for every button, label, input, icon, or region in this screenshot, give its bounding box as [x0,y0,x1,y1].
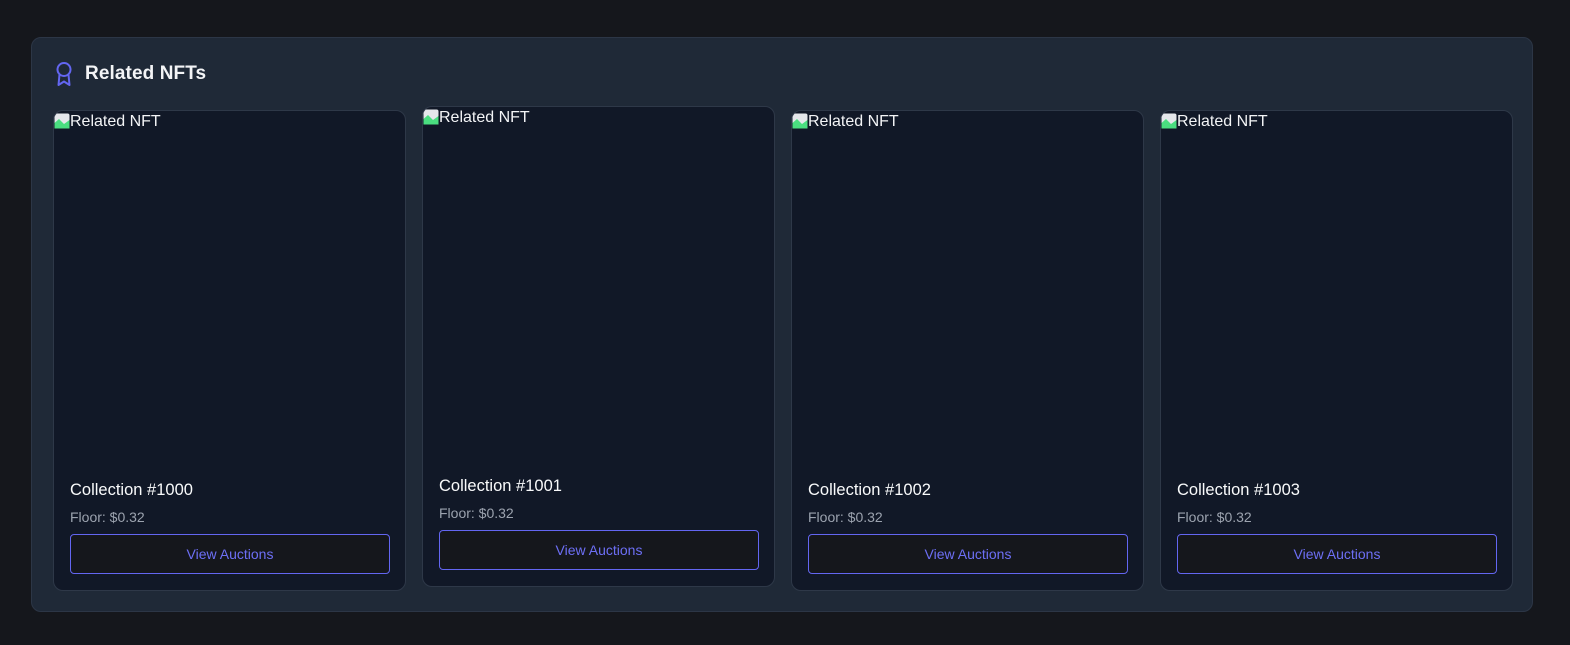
award-ribbon-icon [53,61,75,87]
nft-collection-name: Collection #1000 [70,481,193,499]
nft-floor-price: Floor: $0.32 [808,509,883,525]
broken-image-placeholder: Related NFT [792,111,899,131]
nft-card[interactable]: Related NFT Collection #1003 Floor: $0.3… [1160,110,1513,591]
view-auctions-button[interactable]: View Auctions [808,534,1128,574]
broken-image-placeholder: Related NFT [54,111,161,131]
view-auctions-button[interactable]: View Auctions [439,530,759,570]
nft-card[interactable]: Related NFT Collection #1000 Floor: $0.3… [53,110,406,591]
nft-floor-price: Floor: $0.32 [439,505,514,521]
broken-image-placeholder: Related NFT [1161,111,1268,131]
nft-floor-price: Floor: $0.32 [1177,509,1252,525]
related-nfts-panel: Related NFTs Related NFT Collection #100… [31,37,1533,612]
nft-image[interactable]: Related NFT [423,107,774,459]
panel-header: Related NFTs [53,60,206,88]
panel-title: Related NFTs [85,63,207,84]
view-auctions-button[interactable]: View Auctions [1177,534,1497,574]
broken-image-icon [1161,113,1177,129]
nft-collection-name: Collection #1002 [808,481,931,499]
broken-image-placeholder: Related NFT [423,107,530,127]
nft-card[interactable]: Related NFT Collection #1001 Floor: $0.3… [422,106,775,587]
broken-image-icon [54,113,70,129]
view-auctions-button[interactable]: View Auctions [70,534,390,574]
broken-image-icon [423,109,439,125]
image-alt-text: Related NFT [808,113,899,130]
nft-collection-name: Collection #1003 [1177,481,1300,499]
nft-image[interactable]: Related NFT [1161,111,1512,463]
nft-floor-price: Floor: $0.32 [70,509,145,525]
nft-collection-name: Collection #1001 [439,477,562,495]
broken-image-icon [792,113,808,129]
image-alt-text: Related NFT [70,113,161,130]
image-alt-text: Related NFT [1177,113,1268,130]
image-alt-text: Related NFT [439,109,530,126]
nft-card[interactable]: Related NFT Collection #1002 Floor: $0.3… [791,110,1144,591]
nft-image[interactable]: Related NFT [54,111,405,463]
nft-image[interactable]: Related NFT [792,111,1143,463]
